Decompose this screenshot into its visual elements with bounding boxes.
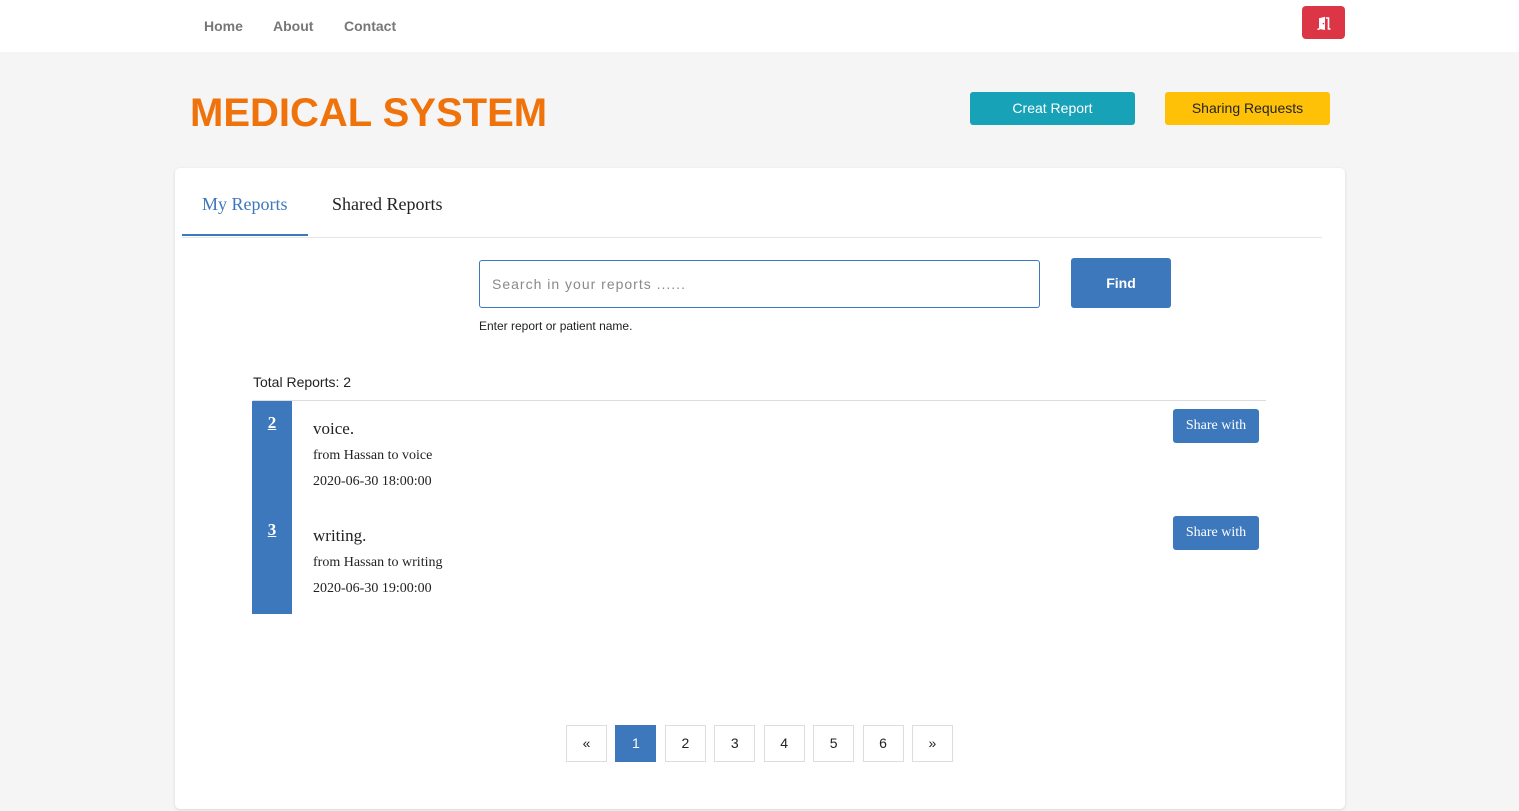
top-navbar: Home About Contact — [0, 0, 1519, 52]
logout-button[interactable] — [1302, 6, 1345, 39]
page-link-3[interactable]: 3 — [714, 725, 756, 762]
tab-shared-reports[interactable]: Shared Reports — [312, 174, 462, 236]
report-item: 2 voice. from Hassan to voice 2020-06-30… — [252, 401, 1266, 508]
pagination: « 1 2 3 4 5 6 » — [566, 725, 953, 762]
report-description: from Hassan to writing — [313, 555, 443, 570]
tab-my-reports[interactable]: My Reports — [182, 174, 308, 236]
report-title: writing. — [313, 526, 367, 545]
report-date: 2020-06-30 18:00:00 — [313, 474, 432, 489]
create-report-button[interactable]: Creat Report — [970, 92, 1135, 125]
nav-link-home[interactable]: Home — [204, 17, 243, 35]
report-id-link[interactable]: 2 — [252, 413, 292, 433]
page-link-5[interactable]: 5 — [813, 725, 855, 762]
report-id-link[interactable]: 3 — [252, 520, 292, 540]
nav-link-about[interactable]: About — [273, 17, 313, 35]
pagination-next[interactable]: » — [911, 725, 953, 762]
page-link-4[interactable]: 4 — [763, 725, 805, 762]
page-title: MEDICAL SYSTEM — [190, 91, 548, 135]
report-item: 3 writing. from Hassan to writing 2020-0… — [252, 508, 1266, 614]
search-input[interactable] — [479, 260, 1040, 308]
page-link-1[interactable]: 1 — [615, 725, 657, 762]
nav-link-contact[interactable]: Contact — [344, 17, 396, 35]
report-id-cell: 3 — [252, 508, 292, 614]
total-reports-count: 2 — [343, 374, 352, 390]
report-date: 2020-06-30 19:00:00 — [313, 581, 432, 596]
report-title: voice. — [313, 419, 355, 438]
find-button[interactable]: Find — [1071, 258, 1171, 308]
share-with-button[interactable]: Share with — [1173, 516, 1259, 550]
total-reports: Total Reports: 2 — [253, 373, 351, 391]
tab-bar: My Reports Shared Reports — [182, 168, 1322, 238]
page-link-2[interactable]: 2 — [664, 725, 706, 762]
report-list: 2 voice. from Hassan to voice 2020-06-30… — [252, 401, 1266, 614]
pagination-prev[interactable]: « — [566, 725, 607, 762]
share-with-button[interactable]: Share with — [1173, 409, 1259, 443]
search-help-text: Enter report or patient name. — [479, 319, 633, 333]
total-reports-label: Total Reports: — [253, 374, 340, 390]
report-id-cell: 2 — [252, 401, 292, 508]
door-exit-icon — [1317, 16, 1330, 30]
report-description: from Hassan to voice — [313, 448, 433, 463]
sharing-requests-button[interactable]: Sharing Requests — [1165, 92, 1330, 125]
reports-card: My Reports Shared Reports Find Enter rep… — [175, 168, 1345, 809]
page-link-6[interactable]: 6 — [862, 725, 904, 762]
